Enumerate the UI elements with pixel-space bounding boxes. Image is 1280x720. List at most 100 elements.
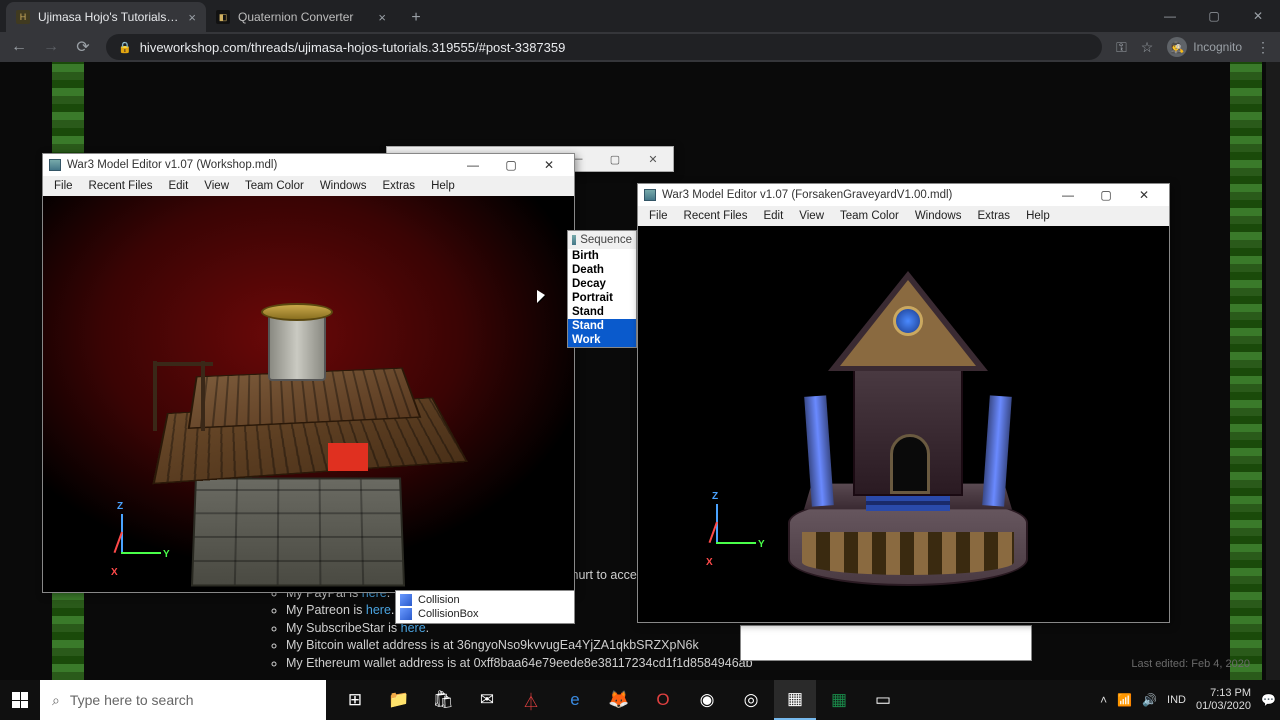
page-content: Check out the map an Follow me on Twitte… xyxy=(0,62,1280,680)
store-icon[interactable]: 🛍 xyxy=(422,680,464,720)
menu-windows[interactable]: Windows xyxy=(313,178,374,194)
model-editor-window-1[interactable]: War3 Model Editor v1.07 (Workshop.mdl) —… xyxy=(42,153,575,593)
incognito-badge[interactable]: 🕵 Incognito xyxy=(1167,37,1242,57)
tab-hive[interactable]: H Ujimasa Hojo's Tutorials | HIVE × xyxy=(6,2,206,32)
task-view-icon[interactable]: ⊞ xyxy=(334,680,376,720)
collision-item[interactable]: Collision xyxy=(400,593,570,607)
mail-icon[interactable]: ✉ xyxy=(466,680,508,720)
maximize-button[interactable]: ▢ xyxy=(597,149,633,169)
menu-teamcolor[interactable]: Team Color xyxy=(833,208,906,224)
url-text: hiveworkshop.com/threads/ujimasa-hojos-t… xyxy=(140,40,566,55)
chrome-icon[interactable]: ◉ xyxy=(686,680,728,720)
taskbar-search[interactable]: ⌕ Type here to search xyxy=(40,680,326,720)
maximize-button[interactable]: ▢ xyxy=(1087,185,1125,205)
predator-icon[interactable]: ⏃ xyxy=(510,680,552,720)
taskbar-apps: ⊞ 📁 🛍 ✉ ⏃ e 🦊 O ◉ ◎ ▦ ▦ ▭ xyxy=(334,680,904,720)
volume-icon[interactable]: 🔊 xyxy=(1142,693,1157,707)
close-button[interactable]: ✕ xyxy=(530,155,568,175)
window-controls: — ▢ ✕ xyxy=(1148,0,1280,32)
edge-icon[interactable]: e xyxy=(554,680,596,720)
language-indicator[interactable]: IND xyxy=(1167,694,1186,706)
tab-title: Quaternion Converter xyxy=(238,10,370,24)
model-workshop xyxy=(153,246,453,586)
favicon: ◧ xyxy=(216,10,230,24)
tray-chevron-icon[interactable]: ˄ xyxy=(1100,693,1107,707)
minimize-button[interactable]: — xyxy=(1049,185,1087,205)
minimize-button[interactable]: — xyxy=(1148,0,1192,32)
app-icon[interactable]: ▭ xyxy=(862,680,904,720)
menu-view[interactable]: View xyxy=(197,178,236,194)
firefox-icon[interactable]: 🦊 xyxy=(598,680,640,720)
sequence-item[interactable]: Portrait xyxy=(568,291,636,305)
notifications-icon[interactable]: 💬 xyxy=(1261,693,1276,707)
maximize-button[interactable]: ▢ xyxy=(492,155,530,175)
omnibox[interactable]: 🔒 hiveworkshop.com/threads/ujimasa-hojos… xyxy=(106,34,1102,60)
titlebar[interactable]: War3 Model Editor v1.07 (ForsakenGraveya… xyxy=(638,184,1169,206)
menu-windows[interactable]: Windows xyxy=(908,208,969,224)
sequence-item[interactable]: Birth xyxy=(568,249,636,263)
menu-recent[interactable]: Recent Files xyxy=(677,208,755,224)
sequence-item[interactable]: Death xyxy=(568,263,636,277)
toolbar-right: ⚿ ☆ 🕵 Incognito ⋮ xyxy=(1116,37,1270,57)
maximize-button[interactable]: ▢ xyxy=(1192,0,1236,32)
reload-button[interactable]: ⟳ xyxy=(74,37,92,57)
menu-icon[interactable]: ⋮ xyxy=(1256,39,1270,56)
model-editor-task[interactable]: ▦ xyxy=(774,680,816,720)
collision-item[interactable]: CollisionBox xyxy=(400,607,570,621)
menu-view[interactable]: View xyxy=(792,208,831,224)
collision-panel[interactable]: Collision CollisionBox xyxy=(395,590,575,624)
viewport-3d[interactable]: Z Y X xyxy=(43,196,574,592)
titlebar[interactable]: War3 Model Editor v1.07 (Workshop.mdl) —… xyxy=(43,154,574,176)
bookmark-icon[interactable]: ☆ xyxy=(1141,39,1154,56)
clock[interactable]: 7:13 PM 01/03/2020 xyxy=(1196,687,1251,712)
close-icon[interactable]: × xyxy=(188,10,196,25)
system-tray: ˄ 📶 🔊 IND 7:13 PM 01/03/2020 💬 xyxy=(1100,680,1280,720)
model-editor-window-2[interactable]: War3 Model Editor v1.07 (ForsakenGraveya… xyxy=(637,183,1170,623)
menu-edit[interactable]: Edit xyxy=(756,208,790,224)
search-icon: ⌕ xyxy=(52,692,60,709)
window-title: War3 Model Editor v1.07 (Workshop.mdl) xyxy=(67,159,448,171)
close-button[interactable]: ✕ xyxy=(1236,0,1280,32)
excel-icon[interactable]: ▦ xyxy=(818,680,860,720)
address-bar: ← → ⟳ 🔒 hiveworkshop.com/threads/ujimasa… xyxy=(0,32,1280,62)
key-icon[interactable]: ⚿ xyxy=(1116,39,1127,56)
minimize-button[interactable]: — xyxy=(454,155,492,175)
network-icon[interactable]: 📶 xyxy=(1117,693,1132,707)
forward-button[interactable]: → xyxy=(42,38,60,56)
search-placeholder: Type here to search xyxy=(70,692,194,708)
patreon-link[interactable]: here xyxy=(366,603,391,617)
menu-file[interactable]: File xyxy=(642,208,675,224)
close-button[interactable]: ✕ xyxy=(1125,185,1163,205)
explorer-icon[interactable]: 📁 xyxy=(378,680,420,720)
new-tab-button[interactable]: + xyxy=(402,4,430,32)
panel-title[interactable]: Sequence xyxy=(568,231,636,249)
menu-file[interactable]: File xyxy=(47,178,80,194)
menu-extras[interactable]: Extras xyxy=(375,178,422,194)
menu-recent[interactable]: Recent Files xyxy=(82,178,160,194)
sequence-item[interactable]: Stand xyxy=(568,305,636,319)
sequence-item-selected[interactable]: Stand Work xyxy=(568,319,636,347)
app-icon xyxy=(49,159,61,171)
menubar: File Recent Files Edit View Team Color W… xyxy=(43,176,574,196)
incognito-label: Incognito xyxy=(1193,40,1242,54)
opera-icon[interactable]: O xyxy=(642,680,684,720)
obs-icon[interactable]: ◎ xyxy=(730,680,772,720)
close-icon[interactable]: × xyxy=(378,10,386,25)
start-button[interactable] xyxy=(0,680,40,720)
sequence-panel[interactable]: Sequence Birth Death Decay Portrait Stan… xyxy=(567,230,637,348)
viewport-3d[interactable]: Z Y X xyxy=(638,226,1169,622)
cube-icon xyxy=(400,594,412,606)
back-button[interactable]: ← xyxy=(10,38,28,56)
sequence-list: Birth Death Decay Portrait Stand Stand W… xyxy=(568,249,636,347)
scrollbar[interactable] xyxy=(1266,62,1280,680)
menu-edit[interactable]: Edit xyxy=(161,178,195,194)
menu-teamcolor[interactable]: Team Color xyxy=(238,178,311,194)
close-button[interactable]: ✕ xyxy=(635,149,671,169)
tab-quaternion[interactable]: ◧ Quaternion Converter × xyxy=(206,2,396,32)
menu-extras[interactable]: Extras xyxy=(970,208,1017,224)
sequence-item[interactable]: Decay xyxy=(568,277,636,291)
lock-icon: 🔒 xyxy=(118,41,132,54)
menu-help[interactable]: Help xyxy=(1019,208,1057,224)
windows-icon xyxy=(12,692,28,708)
menu-help[interactable]: Help xyxy=(424,178,462,194)
